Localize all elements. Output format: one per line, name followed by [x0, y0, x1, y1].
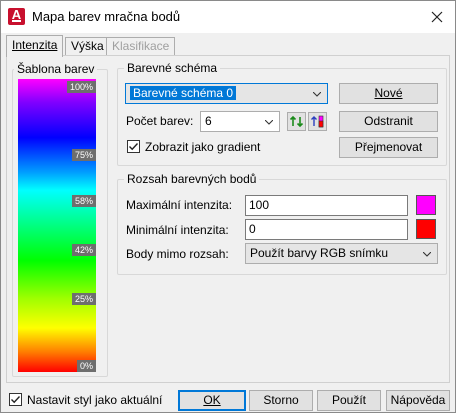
tab-intenzita-label: Intenzita: [12, 38, 58, 52]
rename-button-label: Přejmenovat: [354, 140, 423, 154]
max-intensity-value: 100: [249, 198, 270, 212]
sort-descending-button[interactable]: [308, 112, 327, 131]
tab-vyska-label: Výška: [71, 39, 104, 53]
color-scheme-label: Barevné schéma: [124, 61, 221, 75]
min-intensity-input[interactable]: 0: [245, 219, 408, 240]
stop-42: 42%: [71, 244, 96, 256]
gradient-checkbox-label: Zobrazit jako gradient: [145, 140, 261, 154]
close-button[interactable]: [425, 5, 449, 29]
sort-descending-icon: [311, 115, 324, 128]
gradient-checkbox[interactable]: [127, 140, 140, 153]
new-button-label: Nové: [374, 86, 403, 100]
out-of-range-label: Body mimo rozsah:: [126, 247, 229, 261]
stop-100: 100%: [66, 81, 96, 93]
stop-58: 58%: [71, 195, 96, 207]
min-color-swatch[interactable]: [416, 219, 436, 239]
tab-vyska[interactable]: Výška: [65, 37, 110, 55]
rename-button[interactable]: Přejmenovat: [339, 137, 438, 158]
help-button-label: Nápověda: [390, 393, 446, 407]
tab-intenzita[interactable]: Intenzita: [6, 35, 64, 57]
new-button[interactable]: Nové: [339, 83, 438, 104]
chevron-down-icon: [265, 120, 273, 125]
min-intensity-label: Minimální intenzita:: [126, 223, 229, 237]
checkmark-icon: [11, 396, 21, 404]
title-bar: Mapa barev mračna bodů: [1, 1, 455, 33]
set-current-label: Nastavit styl jako aktuální: [27, 393, 163, 407]
chevron-down-icon: [313, 92, 321, 97]
max-color-swatch[interactable]: [416, 195, 436, 215]
color-scheme-value: Barevné schéma 0: [130, 86, 237, 100]
max-intensity-input[interactable]: 100: [245, 195, 408, 216]
cancel-button[interactable]: Storno: [249, 390, 313, 411]
max-intensity-label: Maximální intenzita:: [126, 198, 233, 212]
delete-button[interactable]: Odstranit: [339, 111, 438, 132]
stop-25: 25%: [71, 293, 96, 305]
min-intensity-value: 0: [249, 222, 256, 236]
sort-ascending-button[interactable]: [287, 112, 306, 131]
range-group-label: Rozsah barevných bodů: [124, 172, 260, 186]
help-button[interactable]: Nápověda: [386, 390, 450, 411]
tab-klasifikace: Klasifikace: [106, 37, 176, 55]
sort-ascending-icon: [289, 115, 304, 128]
color-gradient-bar: 100% 75% 58% 42% 25% 0%: [18, 79, 96, 372]
ok-button[interactable]: OK: [178, 390, 246, 411]
color-count-label: Počet barev:: [126, 114, 194, 128]
close-icon: [431, 11, 443, 23]
set-current-checkbox[interactable]: [9, 393, 22, 406]
chevron-down-icon: [423, 252, 431, 257]
checkmark-icon: [129, 143, 139, 151]
window-title: Mapa barev mračna bodů: [32, 9, 181, 24]
cancel-button-label: Storno: [263, 393, 299, 407]
stop-75: 75%: [71, 149, 96, 161]
color-scheme-select[interactable]: Barevné schéma 0: [125, 83, 328, 104]
out-of-range-value: Použít barvy RGB snímku: [250, 246, 389, 260]
stop-0: 0%: [76, 360, 96, 372]
autocad-icon: [8, 7, 25, 25]
delete-button-label: Odstranit: [364, 114, 413, 128]
color-template-label: Šablona barev: [14, 62, 98, 76]
out-of-range-select[interactable]: Použít barvy RGB snímku: [245, 243, 438, 264]
color-count-value: 6: [205, 114, 212, 128]
apply-button[interactable]: Použít: [317, 390, 381, 411]
tab-klasifikace-label: Klasifikace: [112, 39, 170, 53]
color-count-select[interactable]: 6: [200, 111, 280, 132]
dialog-window: Mapa barev mračna bodů Intenzita Výška K…: [0, 0, 456, 413]
ok-button-label: OK: [203, 393, 221, 407]
apply-button-label: Použít: [331, 393, 367, 407]
